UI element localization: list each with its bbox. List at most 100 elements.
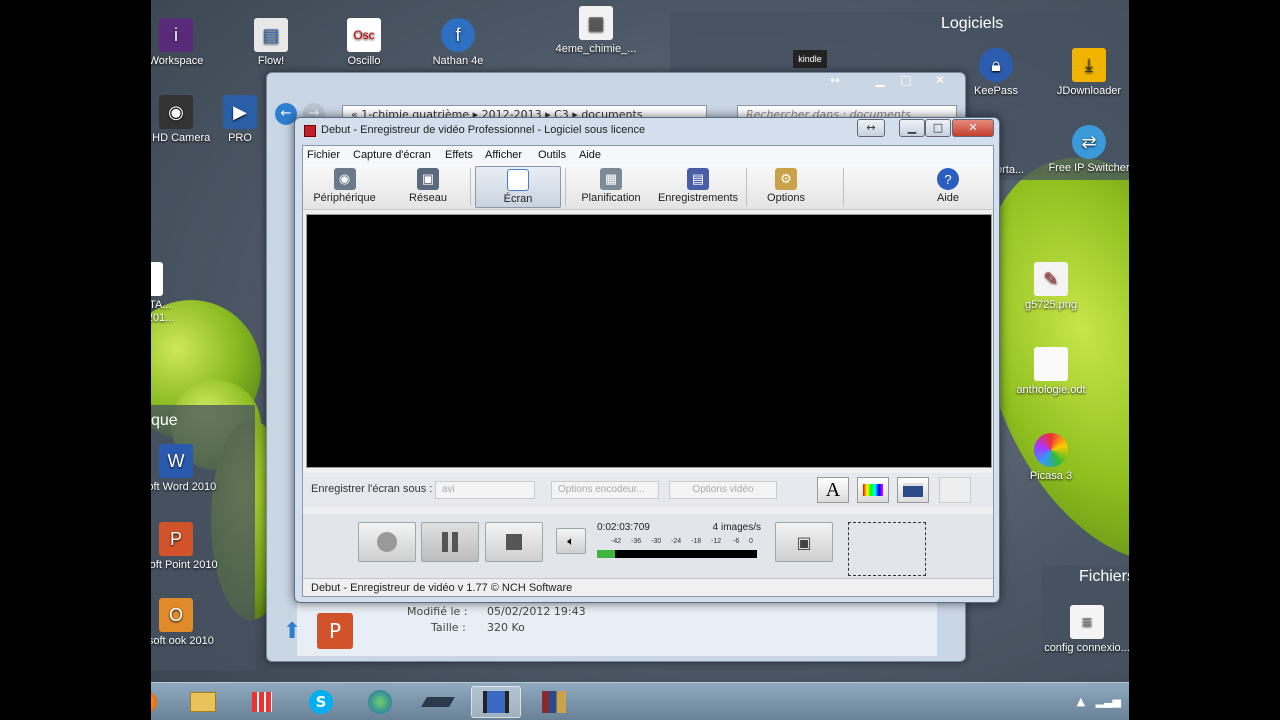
maximize-button[interactable]: □	[925, 119, 951, 137]
jdownloader-icon: ⤓	[1072, 48, 1106, 82]
volume-button[interactable]: 🔈︎	[556, 528, 586, 554]
schedule-icon: ▦	[600, 168, 622, 190]
snapshot-button[interactable]: ▣	[775, 522, 833, 562]
recordings-button[interactable]: ▤ Enregistrements	[653, 166, 743, 208]
desktop-icon-label: JDownloader	[1056, 85, 1122, 97]
time-meter: 0:02:03:709 4 images/s -42 -36 -30 -24 -…	[595, 520, 765, 568]
desktop-icon-free-ip-switcher[interactable]: ⇄ Free IP Switcher	[1044, 125, 1129, 175]
scanner-icon[interactable]	[413, 686, 463, 718]
desktop-icon-label: Nathan 4e	[432, 55, 484, 67]
color-adjust-icon[interactable]	[857, 477, 889, 503]
close-button[interactable]: ✕	[952, 119, 994, 137]
desktop-icon-oscillo[interactable]: Osc Oscillo	[319, 18, 409, 68]
overlay-area[interactable]	[848, 522, 926, 576]
desktop-icon-jdownloader[interactable]: ⤓ JDownloader	[1044, 48, 1129, 98]
encoder-options-button[interactable]: Options encodeur...	[551, 481, 659, 499]
desktop-icon-hd-camera[interactable]: ◉ E HD Camera	[151, 95, 221, 145]
document-icon: ▦	[579, 6, 613, 40]
format-select[interactable]: avi	[435, 481, 535, 499]
desktop-icon-powerpoint[interactable]: P rosoft Point 2010	[151, 522, 226, 572]
desktop-icon-label: Oscillo	[347, 55, 381, 67]
debut-film-icon[interactable]	[471, 686, 521, 718]
desktop-icon-anthologie[interactable]: anthologie.odt	[1006, 347, 1096, 397]
meter-tick: 0	[749, 538, 753, 545]
resize-icon[interactable]: ↔	[857, 119, 885, 137]
schedule-button[interactable]: ▦ Planification	[571, 166, 651, 208]
meter-tick: -18	[691, 538, 702, 545]
picasa-icon	[1034, 433, 1068, 467]
desktop-icon-picasa[interactable]: Picasa 3	[1006, 433, 1096, 483]
powerpoint-icon: P	[159, 522, 193, 556]
debut-window[interactable]: Debut - Enregistreur de vidéo Profession…	[294, 117, 1000, 603]
desktop-icon-outlook[interactable]: O rosoft ook 2010	[151, 598, 226, 648]
desktop-icon-flow[interactable]: ▤ Flow!	[226, 18, 316, 68]
desktop-icon-label: rosoft ook 2010	[151, 635, 214, 647]
library-books-icon[interactable]	[529, 686, 579, 718]
recordings-label: Enregistrements	[657, 192, 739, 204]
stop-button[interactable]	[485, 522, 543, 562]
desktop-icon-ota[interactable]: OTA... ...201...	[151, 262, 191, 325]
desktop-icon-nathan[interactable]: f Nathan 4e	[413, 18, 503, 68]
browser-globe-icon[interactable]	[355, 686, 405, 718]
elapsed-time: 0:02:03:709	[597, 522, 650, 533]
menu-capture[interactable]: Capture d'écran	[353, 149, 431, 161]
desktop-icon-word[interactable]: W osoft Word 2010	[151, 444, 226, 494]
device-label: Périphérique	[313, 192, 376, 204]
help-button[interactable]: ? Aide	[923, 166, 973, 208]
firefox-icon[interactable]	[151, 686, 171, 718]
menu-aide[interactable]: Aide	[579, 149, 601, 161]
tile-group-title: que	[151, 412, 178, 429]
png-file-icon: ✎	[1034, 262, 1068, 296]
audio-level-bar	[597, 550, 757, 558]
explorer-icon[interactable]	[178, 686, 228, 718]
file-icon	[151, 262, 163, 296]
desktop-icon-workspace[interactable]: i Workspace	[151, 18, 221, 68]
camera-icon: ◉	[159, 95, 193, 129]
desktop-icon-label: config connexio...	[1044, 642, 1129, 654]
size-value: 320 Ko	[487, 621, 525, 634]
meter-tick: -6	[733, 538, 740, 545]
desktop-icon-4eme-chimie[interactable]: ▦ 4eme_chimie_...	[551, 6, 641, 56]
video-effects-icon[interactable]	[897, 477, 929, 503]
desktop-icon-config[interactable]: ≡ config connexio...	[1042, 605, 1129, 655]
start-screen-icon[interactable]	[237, 686, 287, 718]
pause-button[interactable]	[421, 522, 479, 562]
text-overlay-icon[interactable]: A	[817, 477, 849, 503]
menu-outils[interactable]: Outils	[538, 149, 566, 161]
free-ip-switcher-icon: ⇄	[1072, 125, 1106, 159]
screen-button[interactable]: Écran	[475, 166, 561, 208]
toolbar-separator	[470, 168, 471, 206]
close-button[interactable]: ✕	[927, 73, 953, 91]
keepass-icon: 🔒︎	[979, 48, 1013, 82]
system-tray[interactable]: ▲ ▂▃▅	[1077, 695, 1121, 708]
meter-scale: -42 -36 -30 -24 -18 -12 -6 0	[597, 538, 757, 548]
tools-icon: ⚙	[775, 168, 797, 190]
menu-fichier[interactable]: Fichier	[307, 149, 340, 161]
toolbar-separator	[746, 168, 747, 206]
restore-icon[interactable]: ↔	[822, 73, 848, 91]
record-button[interactable]	[358, 522, 416, 562]
network-button[interactable]: ▣ Réseau	[393, 166, 463, 208]
desktop-icon-pro[interactable]: ▶ PRO	[215, 95, 265, 145]
options-button[interactable]: ⚙ Options	[751, 166, 821, 208]
schedule-label: Planification	[581, 192, 641, 204]
record-screen-label: Enregistrer l'écran sous :	[311, 483, 433, 495]
desktop-icon-g5725[interactable]: ✎ g5725.png	[1006, 262, 1096, 312]
desktop-icon-label: osoft Word 2010	[151, 481, 217, 493]
minimize-button[interactable]: ▁	[899, 119, 925, 137]
device-button[interactable]: ◉ Périphérique	[307, 166, 382, 208]
minimize-button[interactable]: ▁	[867, 73, 893, 91]
desktop-icon-label: anthologie.odt	[1016, 384, 1086, 396]
kindle-icon[interactable]: kindle	[793, 50, 827, 68]
maximize-button[interactable]: □	[893, 73, 919, 91]
menu-afficher[interactable]: Afficher	[485, 149, 522, 161]
video-options-button[interactable]: Options vidéo	[669, 481, 777, 499]
workspace-icon: i	[159, 18, 193, 52]
modified-label: Modifié le :	[407, 605, 468, 618]
tile-group-title: Fichiers	[1079, 568, 1129, 585]
menu-effets[interactable]: Effets	[445, 149, 473, 161]
title-bar[interactable]: Debut - Enregistreur de vidéo Profession…	[295, 118, 999, 144]
camera-icon: ▣	[796, 532, 812, 552]
size-label: Taille :	[431, 621, 466, 634]
skype-icon[interactable]: S	[296, 686, 346, 718]
